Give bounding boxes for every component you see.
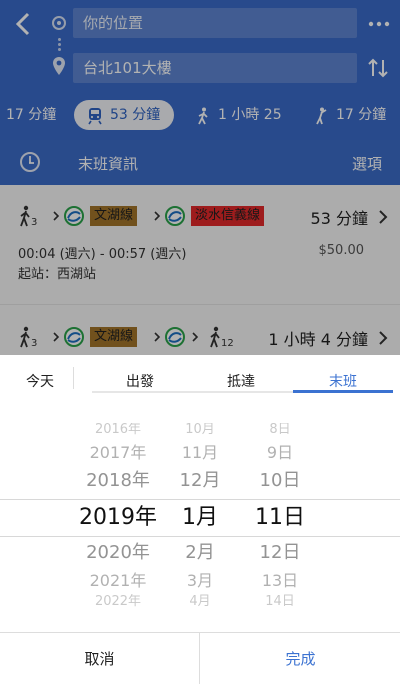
today-label[interactable]: 今天	[26, 371, 54, 391]
picker-day-option[interactable]: 10日	[230, 469, 330, 493]
picker-day-option[interactable]: 13日	[230, 571, 330, 591]
done-button[interactable]: 完成	[201, 633, 400, 684]
date-picker-wheel[interactable]: 2016年 2017年 2018年 2019年 2020年 2021年 2022年 10月 11…	[0, 423, 400, 613]
time-picker-sheet: 今天 出發 抵達 末班 2016年 2017年 2018年 2019年 2020年 202…	[0, 355, 400, 684]
picker-day-option[interactable]: 14日	[230, 595, 330, 609]
divider	[73, 367, 74, 389]
modal-overlay[interactable]	[0, 0, 400, 355]
sheet-actions: 取消 完成	[0, 632, 400, 684]
tab-last-train[interactable]: 末班	[329, 371, 357, 391]
picker-day-option[interactable]: 8日	[230, 423, 330, 437]
tab-arrive[interactable]: 抵達	[227, 371, 255, 391]
cancel-button[interactable]: 取消	[0, 633, 200, 684]
app-root: 你的位置 台北101大樓 17 分鐘 53 分鐘 1 小時 25 17 分鐘 末…	[0, 0, 400, 684]
tab-depart[interactable]: 出發	[126, 371, 154, 391]
tab-selected-indicator	[293, 390, 393, 393]
picker-day-option[interactable]: 9日	[230, 443, 330, 463]
picker-day-selected[interactable]: 11日	[230, 503, 330, 533]
picker-day-option[interactable]: 12日	[230, 541, 330, 565]
